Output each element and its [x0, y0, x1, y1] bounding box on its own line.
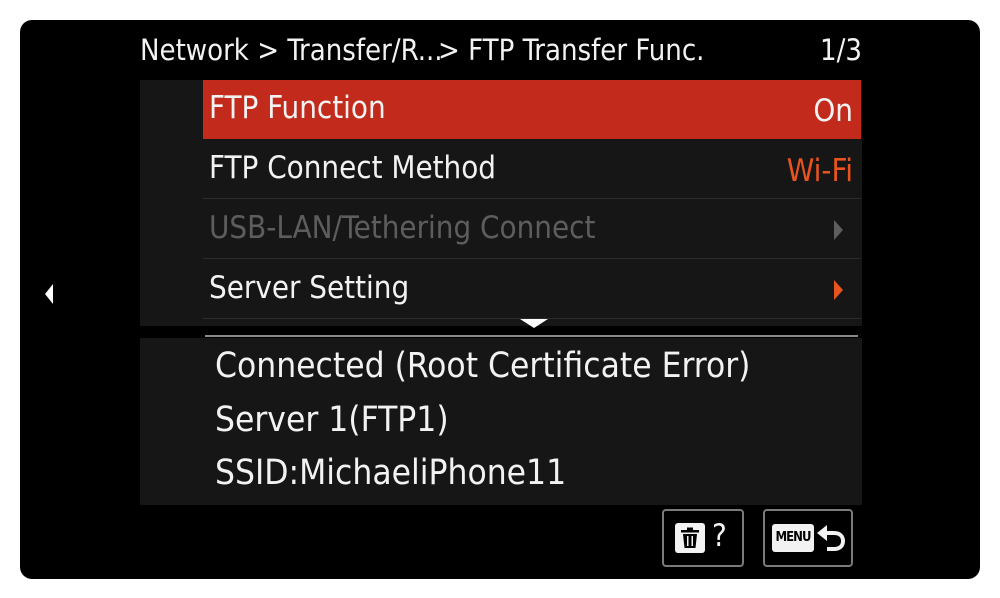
- menu-item-label: USB-LAN/Tethering Connect: [209, 210, 596, 246]
- scroll-down-caret-icon: [520, 319, 548, 328]
- menu-item-ftp-connect-method[interactable]: FTP Connect Method Wi-Fi: [203, 140, 861, 199]
- connection-info-panel: Connected (Root Certificate Error) Serve…: [140, 338, 862, 505]
- menu-item-label: FTP Connect Method: [209, 150, 496, 186]
- chevron-right-icon: [834, 220, 843, 240]
- page-indicator: 1/3: [820, 33, 862, 67]
- ssid-label: SSID:MichaeliPhone11: [215, 453, 567, 493]
- trash-icon: [675, 523, 705, 553]
- chevron-right-icon: [834, 280, 843, 300]
- menu-item-label: FTP Function: [209, 90, 386, 126]
- menu-list: FTP Function On FTP Connect Method Wi-Fi…: [140, 80, 862, 326]
- menu-item-value: Wi-Fi: [786, 153, 853, 189]
- menu-item-label: Server Setting: [209, 270, 410, 306]
- help-icon: ?: [712, 518, 727, 554]
- return-icon: [817, 525, 846, 551]
- menu-item-value: On: [813, 93, 853, 129]
- delete-help-button[interactable]: ?: [662, 509, 744, 567]
- header-bar: Network > Transfer/R... > FTP Transfer F…: [140, 33, 862, 73]
- menu-item-server-setting[interactable]: Server Setting: [203, 260, 861, 319]
- server-name: Server 1(FTP1): [215, 400, 449, 440]
- divider: [205, 335, 858, 337]
- menu-back-button[interactable]: MENU: [763, 509, 853, 567]
- menu-item-usb-lan-tethering-connect[interactable]: USB-LAN/Tethering Connect: [203, 200, 861, 259]
- breadcrumb-current: > FTP Transfer Func.: [438, 33, 705, 67]
- camera-screen: Network > Transfer/R... > FTP Transfer F…: [20, 20, 980, 579]
- connection-status: Connected (Root Certificate Error): [215, 346, 751, 386]
- previous-page-arrow-icon[interactable]: [45, 284, 53, 304]
- menu-item-ftp-function[interactable]: FTP Function On: [203, 80, 861, 139]
- menu-label: MENU: [772, 524, 814, 552]
- breadcrumb: Network > Transfer/R...: [140, 33, 443, 67]
